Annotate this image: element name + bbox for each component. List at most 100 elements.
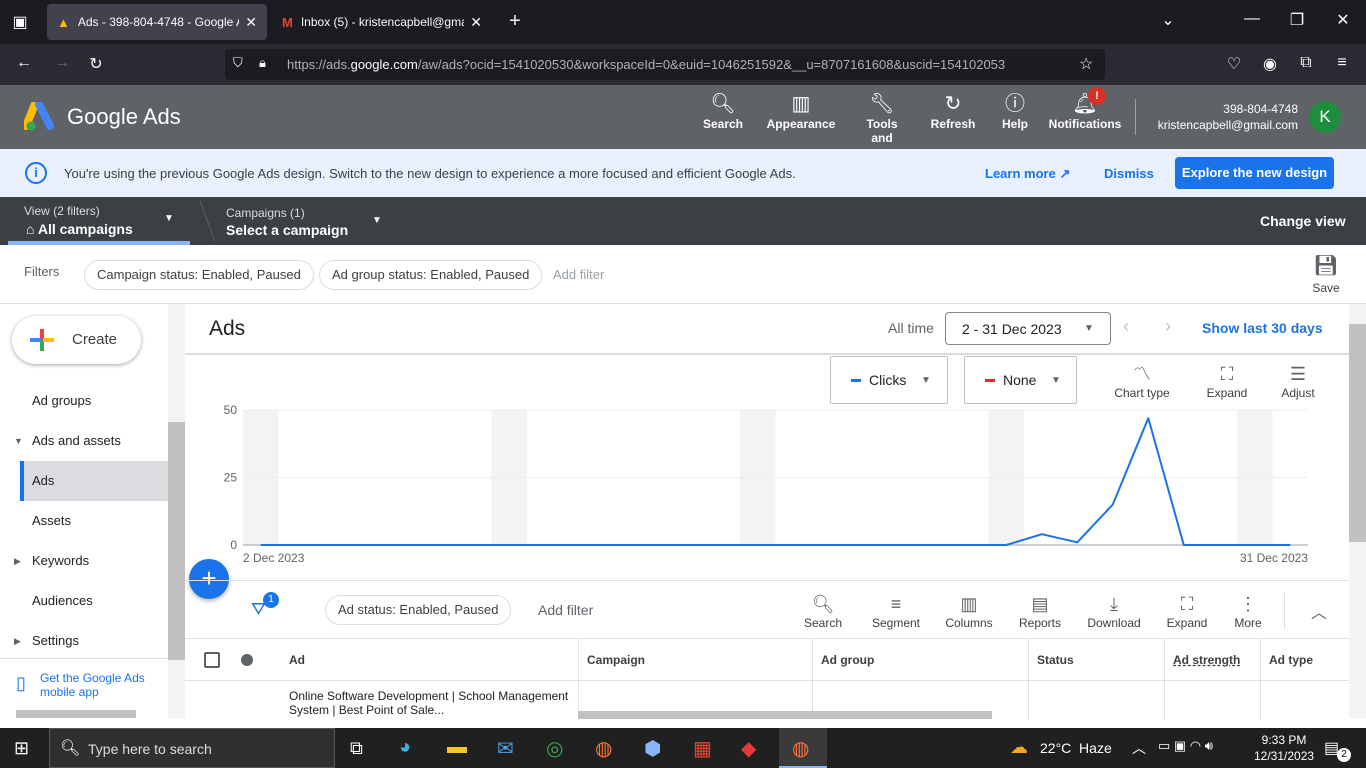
reports-button[interactable]: ▤ Reports: [1015, 592, 1065, 630]
sidebar-item-ad-groups[interactable]: Ad groups: [20, 381, 168, 421]
tab-list-icon[interactable]: ▣: [8, 12, 32, 32]
task-view-icon[interactable]: ⧉: [350, 738, 363, 759]
anydesk-icon[interactable]: ◆: [741, 736, 756, 761]
sidebar-item-ads-and-assets[interactable]: ▼ Ads and assets: [14, 421, 168, 461]
column-header-campaign[interactable]: Campaign: [578, 639, 812, 681]
close-tab-icon[interactable]: ✕: [245, 14, 257, 31]
more-button[interactable]: ⋮ More: [1228, 592, 1268, 630]
app-icon[interactable]: ⬢: [644, 736, 661, 761]
metric-1-selector[interactable]: Clicks ▼: [830, 356, 948, 404]
header-help-button[interactable]: ⓘ Help: [997, 91, 1033, 131]
taskbar-search-box[interactable]: 🔍︎ Type here to search: [49, 728, 335, 768]
edge-icon[interactable]: ◕: [399, 736, 411, 759]
header-refresh-button[interactable]: ↻ Refresh: [928, 91, 978, 131]
shield-icon[interactable]: ⛉: [233, 55, 243, 71]
hscrollbar-thumb[interactable]: [16, 710, 136, 718]
sidebar-item-audiences[interactable]: Audiences: [20, 581, 168, 621]
dismiss-button[interactable]: Dismiss: [1104, 166, 1154, 181]
firefox-icon[interactable]: ◍: [595, 736, 612, 761]
column-header-ad-group[interactable]: Ad group: [812, 639, 1028, 681]
column-header-ad-type[interactable]: Ad type: [1260, 639, 1349, 681]
back-icon[interactable]: ←: [12, 54, 36, 72]
ad-cell[interactable]: Online Software Development | School Man…: [289, 689, 569, 717]
main-scrollbar[interactable]: [1349, 304, 1366, 718]
column-header-ad-strength[interactable]: Ad strength: [1164, 639, 1260, 681]
list-all-tabs-icon[interactable]: ⌄: [1156, 10, 1180, 30]
sidebar-scrollbar[interactable]: [168, 304, 185, 718]
account-icon[interactable]: ◉: [1258, 54, 1282, 74]
file-explorer-icon[interactable]: ▬: [447, 736, 467, 759]
tab-gmail-inbox[interactable]: M Inbox (5) - kristencapbell@gmail.com ✕: [272, 4, 492, 40]
new-tab-icon[interactable]: +: [503, 10, 527, 33]
windows-start-icon[interactable]: ⊞: [14, 738, 29, 759]
add-filter-input[interactable]: Add filter: [553, 267, 604, 282]
address-bar[interactable]: ⛉ 🔒︎ https://ads.google.com/aw/ads?ocid=…: [225, 49, 1105, 80]
close-window-icon[interactable]: ✕: [1331, 10, 1355, 30]
reload-icon[interactable]: ↻: [84, 54, 108, 74]
mail-icon[interactable]: ✉: [497, 736, 514, 761]
store-icon[interactable]: ▦: [693, 736, 712, 761]
columns-button[interactable]: ▥ Columns: [943, 592, 995, 630]
lock-icon[interactable]: 🔒︎: [259, 55, 266, 71]
chart-expand-button[interactable]: ⛶ Expand: [1201, 362, 1253, 400]
metric-2-selector[interactable]: None ▼: [964, 356, 1077, 404]
change-view-button[interactable]: Change view: [1260, 213, 1346, 229]
pocket-icon[interactable]: ♡: [1222, 54, 1246, 74]
header-appearance-button[interactable]: ▥ Appearance: [764, 91, 838, 131]
bookmark-star-icon[interactable]: ☆: [1079, 54, 1093, 74]
restore-icon[interactable]: ❐: [1285, 10, 1309, 30]
download-button[interactable]: ⤓ Download: [1085, 592, 1143, 630]
header-notifications-button[interactable]: 🔔︎ Notifications: [1046, 91, 1124, 131]
header-tools-button[interactable]: 🔧︎ Tools and: [858, 91, 906, 145]
chart-type-button[interactable]: 〽 Chart type: [1111, 362, 1173, 400]
account-info[interactable]: 398-804-4748 kristencapbell@gmail.com: [1140, 101, 1298, 133]
extensions-icon[interactable]: ⧉: [1294, 54, 1318, 72]
close-tab-icon[interactable]: ✕: [470, 14, 482, 31]
ad-group-status-filter-chip[interactable]: Ad group status: Enabled, Paused: [319, 260, 543, 290]
ad-status-filter-chip[interactable]: Ad status: Enabled, Paused: [325, 595, 512, 625]
campaign-selector[interactable]: Campaigns (1) Select a campaign ▼: [218, 197, 394, 245]
table-search-button[interactable]: 🔍︎ Search: [799, 592, 847, 630]
minimize-icon[interactable]: —: [1240, 10, 1264, 28]
weather-text[interactable]: 22°C Haze: [1040, 740, 1112, 756]
chrome-icon[interactable]: ◎: [546, 736, 563, 761]
sidebar-item-keywords[interactable]: ▶ Keywords: [14, 541, 168, 581]
sidebar-hscrollbar[interactable]: [0, 710, 168, 718]
collapse-chevron-icon[interactable]: ︿: [1311, 599, 1327, 623]
date-range-picker[interactable]: 2 - 31 Dec 2023 ▼: [945, 312, 1111, 345]
menu-icon[interactable]: ≡: [1330, 54, 1354, 72]
table-expand-button[interactable]: ⛶ Expand: [1163, 592, 1211, 630]
table-hscrollbar-thumb[interactable]: [578, 711, 992, 719]
sidebar-item-ads[interactable]: Ads: [20, 461, 168, 501]
next-period-icon[interactable]: ›: [1165, 316, 1171, 337]
clock[interactable]: 9:33 PM 12/31/2023: [1254, 732, 1314, 764]
select-all-checkbox[interactable]: [204, 652, 220, 668]
create-button[interactable]: Create: [12, 316, 141, 364]
url-text[interactable]: https://ads.google.com/aw/ads?ocid=15410…: [287, 57, 1077, 72]
segment-button[interactable]: ≡ Segment: [869, 592, 923, 630]
sidebar-item-label: Settings: [32, 633, 79, 648]
sidebar-item-assets[interactable]: Assets: [20, 501, 168, 541]
column-header-ad[interactable]: Ad: [281, 639, 578, 681]
add-filter-input[interactable]: Add filter: [538, 602, 593, 618]
show-hidden-icons[interactable]: ︿: [1132, 738, 1146, 758]
avatar[interactable]: K: [1309, 101, 1341, 133]
explore-new-design-button[interactable]: Explore the new design: [1175, 157, 1334, 189]
header-search-button[interactable]: 🔍︎ Search: [699, 91, 747, 131]
mobile-app-link[interactable]: ▯ Get the Google Ads mobile app: [0, 658, 168, 710]
column-header-status[interactable]: Status: [1028, 639, 1164, 681]
view-selector[interactable]: View (2 filters) ⌂ All campaigns ▼: [8, 197, 190, 245]
previous-period-icon[interactable]: ‹: [1123, 316, 1129, 337]
forward-icon[interactable]: →: [50, 54, 74, 72]
save-button[interactable]: 💾︎ Save: [1306, 253, 1346, 295]
scrollbar-thumb[interactable]: [168, 422, 185, 660]
tray-icons[interactable]: ▭ ▣ ◠ 🔊︎: [1158, 738, 1213, 754]
campaign-status-filter-chip[interactable]: Campaign status: Enabled, Paused: [84, 260, 314, 290]
scrollbar-thumb[interactable]: [1349, 324, 1366, 542]
chart-adjust-button[interactable]: ☰ Adjust: [1275, 362, 1321, 400]
show-last-30-days-button[interactable]: Show last 30 days: [1202, 320, 1323, 336]
tab-google-ads[interactable]: ▲ Ads - 398-804-4748 - Google Ads ✕: [47, 4, 267, 40]
firefox-active-icon[interactable]: ◍: [779, 728, 827, 768]
learn-more-link[interactable]: Learn more ↗: [985, 166, 1070, 182]
sidebar-item-settings[interactable]: ▶ Settings: [14, 621, 168, 661]
